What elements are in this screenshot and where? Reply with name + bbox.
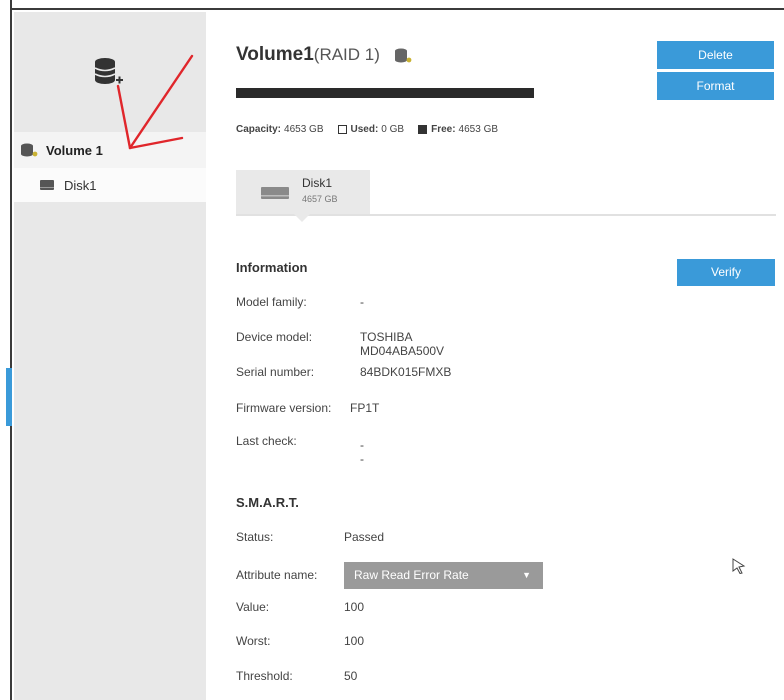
info-row-firmware-version: Firmware version: FP1T (236, 401, 379, 415)
info-row-last-check: Last check: - - (236, 434, 364, 466)
info-label: Last check: (236, 434, 297, 448)
tab-disk1[interactable]: Disk1 4657 GB (236, 170, 370, 214)
info-row-serial-number: Serial number: 84BDK015FMXB (236, 365, 451, 379)
volume-icon (395, 48, 412, 63)
sidebar-item-volume[interactable]: Volume 1 (14, 132, 206, 168)
smart-value-label: Value: (236, 600, 270, 614)
info-row-device-model: Device model: TOSHIBA MD04ABA500V (236, 330, 444, 358)
main-panel: Volume1(RAID 1) Delete Format Capacity: … (206, 12, 784, 700)
information-title: Information (236, 260, 308, 275)
info-label: Model family: (236, 295, 307, 309)
window-top-border (0, 0, 784, 10)
tab-pointer (294, 214, 310, 222)
smart-worst-label: Worst: (236, 634, 271, 648)
sidebar: Volume 1 Disk1 (14, 12, 206, 700)
capacity-label: Capacity: (236, 124, 282, 135)
capacity-bar (236, 88, 534, 98)
info-value: - (360, 295, 364, 309)
capacity-value: 4653 GB (284, 124, 324, 135)
info-value: - - (360, 438, 364, 466)
chevron-down-icon: ▼ (522, 570, 531, 580)
verify-button[interactable]: Verify (677, 259, 775, 286)
info-label: Firmware version: (236, 401, 332, 415)
window-left-border (0, 0, 12, 700)
format-button[interactable]: Format (657, 72, 774, 100)
tab-disk1-size: 4657 GB (302, 194, 338, 204)
left-edge-indicator (6, 368, 12, 426)
smart-threshold-label: Threshold: (236, 669, 293, 683)
smart-status-label: Status: (236, 530, 274, 544)
free-label: Free: (431, 124, 456, 135)
sidebar-item-disk1-label: Disk1 (64, 177, 97, 193)
free-legend-icon (418, 125, 428, 134)
capacity-summary: Capacity: 4653 GB Used: 0 GB Free: 4653 … (236, 124, 512, 135)
volume-icon (21, 143, 38, 157)
info-label: Serial number: (236, 365, 315, 379)
volume-title-name: Volume1 (236, 44, 314, 65)
volume-title: Volume1(RAID 1) (236, 44, 380, 66)
smart-row-worst: Worst: 100 (236, 634, 364, 648)
attribute-select-value: Raw Read Error Rate (354, 568, 469, 582)
disk-icon (261, 187, 289, 199)
info-value: FP1T (350, 401, 380, 415)
smart-worst-value: 100 (344, 634, 365, 648)
used-value: 0 GB (381, 124, 405, 135)
sidebar-item-disk1[interactable]: Disk1 (14, 168, 206, 202)
disk-icon (40, 180, 54, 190)
volume-raid-level: (RAID 1) (313, 45, 380, 64)
tab-disk1-name: Disk1 (302, 176, 333, 190)
info-value: TOSHIBA MD04ABA500V (360, 330, 445, 358)
smart-status-value: Passed (344, 530, 385, 544)
smart-row-status: Status: Passed (236, 530, 384, 544)
smart-title: S.M.A.R.T. (236, 495, 299, 510)
smart-row-value: Value: 100 (236, 600, 364, 614)
info-value: 84BDK015FMXB (360, 365, 452, 379)
database-add-icon[interactable] (94, 56, 124, 90)
used-legend-icon (337, 125, 347, 134)
smart-row-attribute: Attribute name: (236, 568, 317, 582)
delete-button[interactable]: Delete (657, 41, 774, 69)
info-label: Device model: (236, 330, 313, 344)
smart-threshold-value: 50 (344, 669, 358, 683)
cursor-icon (732, 558, 746, 574)
sidebar-item-volume-label: Volume 1 (46, 142, 103, 158)
info-row-model-family: Model family: - (236, 295, 364, 309)
smart-value-value: 100 (344, 600, 365, 614)
tab-divider (236, 214, 776, 216)
smart-attribute-label: Attribute name: (236, 568, 318, 582)
smart-row-threshold: Threshold: 50 (236, 669, 357, 683)
free-value: 4653 GB (458, 124, 499, 135)
attribute-select[interactable]: Raw Read Error Rate ▼ (344, 562, 543, 589)
used-label: Used: (350, 124, 379, 135)
